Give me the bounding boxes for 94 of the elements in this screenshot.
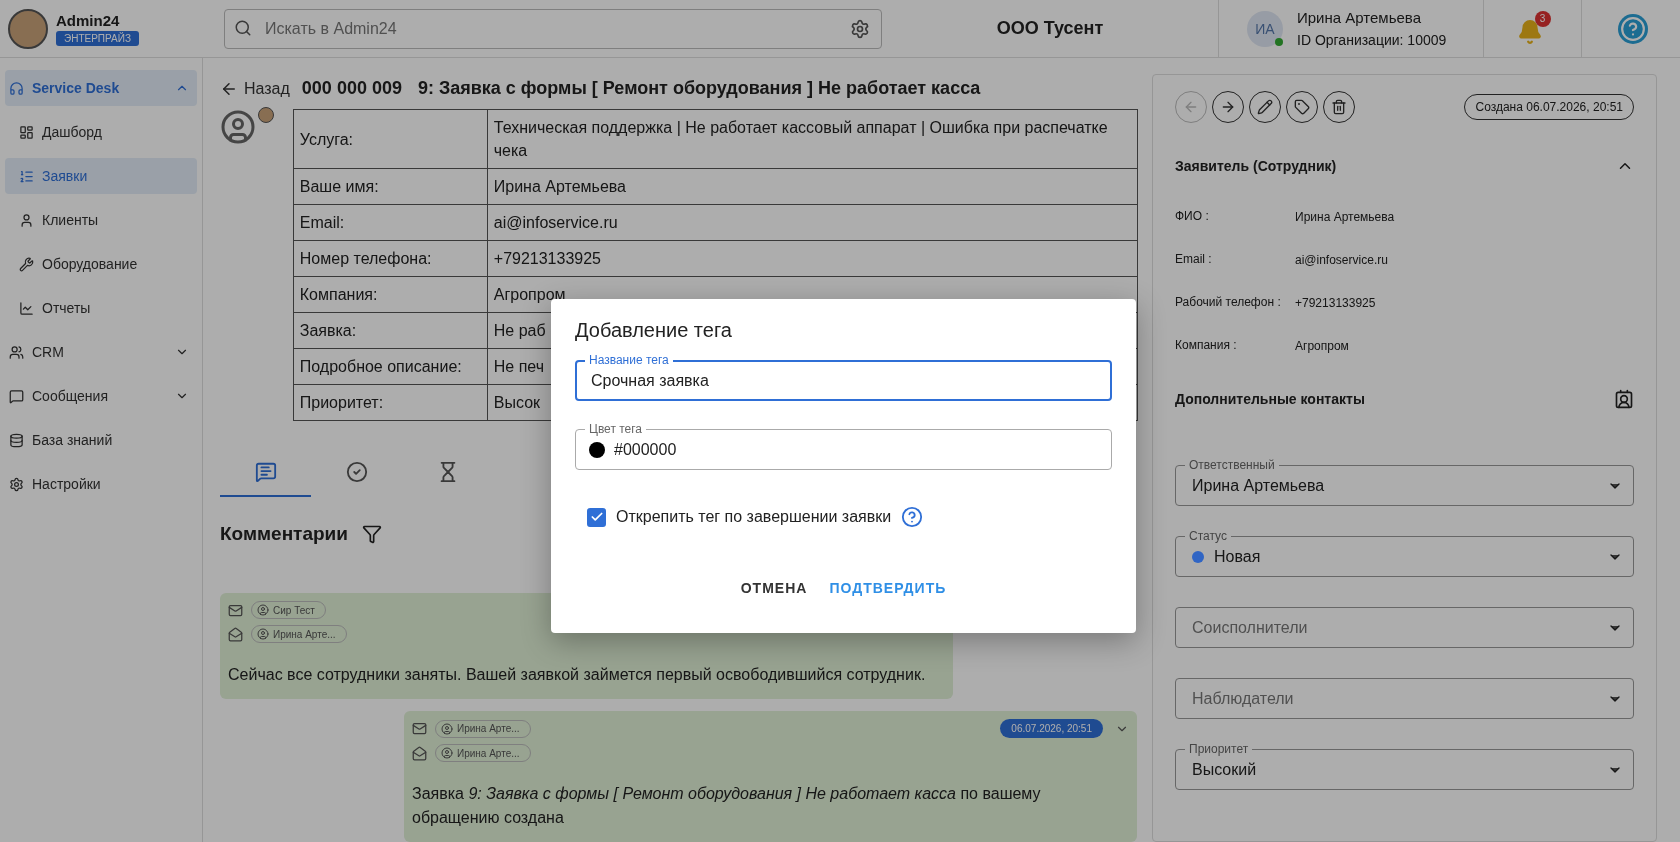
person-icon: [441, 747, 453, 759]
pencil-icon: [1257, 99, 1273, 115]
avatar-circle: [258, 107, 274, 123]
user-icon: [220, 109, 256, 145]
search-field[interactable]: Искать в Admin24: [224, 8, 882, 49]
headset-icon: [9, 80, 24, 96]
person-icon: [19, 212, 34, 228]
sidebar-item[interactable]: База знаний: [5, 422, 197, 458]
tools-icon: [19, 256, 34, 272]
tag-button[interactable]: [1286, 91, 1318, 123]
table-cell: Подробное описание:: [293, 348, 488, 385]
edit-button[interactable]: [1249, 91, 1281, 123]
dialog-title: Добавление тега: [575, 319, 733, 342]
table-cell: Номер телефона:: [293, 240, 488, 277]
ticket-title: 9: Заявка с формы [ Ремонт оборудования ] Не работает касса: [417, 78, 981, 99]
sidebar-item[interactable]: Настройки: [5, 466, 197, 502]
sidebar-item[interactable]: Отчеты: [5, 290, 197, 326]
delete-button[interactable]: [1323, 91, 1355, 123]
gear-icon: [9, 476, 24, 492]
ticket-number: 000 000 009: [301, 78, 402, 99]
add-contact-icon[interactable]: [1614, 389, 1634, 409]
date-chip: 06.07.2026, 20:51: [1000, 719, 1103, 738]
open-mail-icon: [228, 626, 243, 642]
check-icon: [589, 510, 604, 524]
field-label: Название тега: [585, 353, 673, 367]
help-icon[interactable]: [901, 506, 924, 528]
section-title: Заявитель (Сотрудник): [1175, 158, 1337, 174]
help-icon: [1620, 15, 1646, 42]
tag-icon: [1294, 99, 1310, 115]
chart-icon: [19, 300, 34, 316]
table-cell: ai@infoservice.ru: [487, 204, 1138, 241]
detail-label: ФИО :: [1175, 208, 1210, 225]
checkbox[interactable]: [587, 507, 606, 527]
notifications-button[interactable]: 3: [1514, 10, 1551, 47]
person-icon: [257, 604, 269, 616]
sidebar-item[interactable]: Сообщения: [5, 378, 197, 414]
comment-text: Заявка 9: Заявка с формы [ Ремонт оборудования ] Не работает касса по вашему обращению создана: [412, 784, 1042, 828]
list-icon: [19, 168, 34, 184]
arrow-left-icon: [1183, 99, 1199, 115]
open-mail-icon: [412, 745, 427, 761]
filter-icon[interactable]: [361, 524, 382, 544]
detail-label: Компания :: [1175, 337, 1238, 354]
comment-icon: [254, 461, 277, 483]
sidebar-item[interactable]: Клиенты: [5, 202, 197, 238]
table-cell: Компания:: [293, 276, 488, 313]
comments-title: Комментарии: [220, 523, 348, 545]
detail-value: Агропром: [1295, 338, 1349, 353]
detail-label: Рабочий телефон :: [1175, 294, 1282, 311]
table-cell: Ваше имя:: [293, 168, 488, 205]
sidebar-item[interactable]: CRM: [5, 334, 197, 370]
person-icon: [441, 722, 453, 735]
field-label: Статус: [1185, 529, 1231, 543]
sidebar-item[interactable]: Дашборд: [5, 114, 197, 150]
dashboard-icon: [19, 124, 34, 140]
plan-badge: ЭНТЕРПРАЙЗ: [56, 30, 139, 46]
comment-text: Сейчас все сотрудники заняты. Вашей заявкой займется первый освободившийся сотрудник.: [228, 665, 927, 685]
table-cell: Ирина Артемьева: [487, 168, 1138, 205]
field-label: Цвет тега: [585, 422, 647, 436]
detail-label: Email :: [1175, 251, 1213, 268]
field-label: Ответственный: [1185, 458, 1279, 472]
table-cell: Приоритет:: [293, 384, 488, 421]
user-name: Ирина Артемьева: [1297, 9, 1422, 26]
people-icon: [9, 344, 24, 360]
table-cell: Услуга:: [293, 109, 488, 169]
detail-value: ai@infoservice.ru: [1295, 252, 1388, 267]
section-title: Дополнительные контакты: [1175, 391, 1365, 407]
field-label: Приоритет: [1185, 742, 1253, 756]
database-icon: [9, 432, 24, 448]
count-badge: 3: [1534, 10, 1551, 27]
forward-button[interactable]: [1212, 91, 1244, 123]
person-icon: [257, 628, 269, 640]
checkbox-label: Открепить тег по завершении заявки: [616, 508, 892, 526]
search-icon: [234, 18, 252, 37]
table-cell: Заявка:: [293, 312, 488, 349]
arrow-right-icon: [1220, 99, 1236, 115]
table-cell: +79213133925: [487, 240, 1138, 277]
app-name: Admin24: [56, 11, 121, 29]
organization-name: ООО Тусент: [995, 18, 1105, 39]
mail-icon: [228, 602, 243, 618]
trash-icon: [1331, 99, 1347, 115]
cancel-button[interactable]: ОТМЕНА: [732, 574, 816, 602]
detail-value: +79213133925: [1295, 295, 1376, 310]
check-circle-icon: [345, 461, 368, 483]
settings-icon[interactable]: [850, 18, 870, 39]
table-cell: Техническая поддержка | Не работает кассовый аппарат | Ошибка при распечатке чека: [487, 109, 1138, 169]
sidebar-item[interactable]: Оборудование: [5, 246, 197, 282]
help-button[interactable]: [1618, 13, 1648, 44]
table-cell: Email:: [293, 204, 488, 241]
message-icon: [9, 388, 24, 404]
avatar-circle: [8, 8, 48, 49]
detail-value: Ирина Артемьева: [1295, 209, 1395, 224]
back-link[interactable]: Назад: [220, 79, 290, 98]
mail-icon: [412, 721, 427, 736]
organization-id: ID Организации: 10009: [1297, 32, 1447, 48]
